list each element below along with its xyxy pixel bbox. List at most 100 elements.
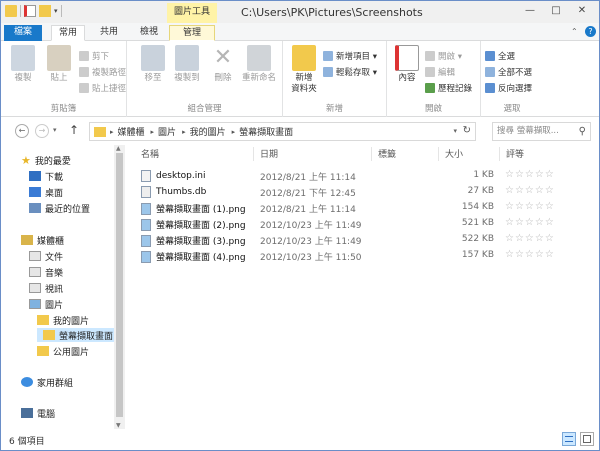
copy-path-button[interactable]: 複製路徑 (79, 65, 126, 78)
file-row[interactable]: Thumbs.db 2012/8/21 下午 12:45 27 KB ☆☆☆☆☆ (135, 184, 590, 200)
close-button[interactable]: ✕ (573, 4, 591, 18)
address-dropdown-icon[interactable]: ▾ (453, 127, 457, 135)
breadcrumb-my-pictures[interactable]: 我的圖片 (190, 125, 226, 138)
rating-stars[interactable]: ☆☆☆☆☆ (505, 233, 555, 244)
delete-icon: ✕ (213, 45, 233, 70)
column-tags[interactable]: 標籤 (378, 147, 396, 163)
customize-qat-icon[interactable]: ▾ (54, 7, 58, 15)
properties-icon[interactable] (24, 5, 36, 17)
tab-manage[interactable]: 管理 (169, 25, 215, 41)
column-divider[interactable] (438, 147, 439, 161)
column-divider[interactable] (499, 147, 500, 161)
copy-button[interactable]: 複製 (7, 45, 39, 84)
easy-access-button[interactable]: 輕鬆存取 ▾ (323, 65, 377, 78)
minimize-button[interactable]: — (521, 4, 539, 18)
cut-button[interactable]: 剪下 (79, 49, 109, 62)
breadcrumb-pictures[interactable]: 圖片 (158, 125, 176, 138)
paste-shortcut-button[interactable]: 貼上捷徑 (79, 81, 126, 94)
nav-music[interactable]: 音樂 (29, 265, 63, 279)
tab-home[interactable]: 常用 (51, 25, 85, 41)
nav-computer[interactable]: 電腦 (21, 406, 55, 420)
column-divider[interactable] (253, 147, 254, 161)
column-date[interactable]: 日期 (260, 147, 278, 163)
column-divider[interactable] (371, 147, 372, 161)
delete-button[interactable]: ✕ 刪除 (207, 45, 239, 84)
nav-downloads[interactable]: 下載 (29, 169, 63, 183)
large-icons-view-button[interactable] (580, 432, 594, 446)
nav-libraries[interactable]: 媒體櫃 (21, 233, 64, 247)
new-item-icon (323, 50, 333, 61)
tab-file[interactable]: 檔案 (4, 25, 42, 41)
rename-button[interactable]: 重新命名 (239, 45, 279, 84)
column-rating[interactable]: 評等 (506, 147, 524, 163)
tab-view[interactable]: 檢視 (133, 25, 165, 41)
breadcrumb-libraries[interactable]: 媒體櫃 (118, 125, 145, 138)
nav-pictures[interactable]: 圖片 (29, 297, 63, 311)
move-to-button[interactable]: 移至 (137, 45, 169, 84)
properties-label: 內容 (398, 73, 416, 83)
properties-icon (395, 45, 419, 71)
select-all-button[interactable]: 全選 (485, 49, 515, 62)
nav-recent[interactable]: 最近的位置 (29, 201, 90, 215)
copy-to-button[interactable]: 複製到 (171, 45, 203, 84)
search-input[interactable]: 搜尋 螢幕擷取... ⚲ (492, 122, 591, 141)
nav-public-pictures-label: 公用圖片 (53, 347, 90, 358)
nav-favorites[interactable]: ★ 我的最愛 (21, 153, 71, 167)
nav-public-pictures[interactable]: 公用圖片 (37, 344, 89, 358)
recent-locations-icon[interactable]: ▾ (53, 126, 57, 134)
rating-stars[interactable]: ☆☆☆☆☆ (505, 201, 555, 212)
open-button[interactable]: 開啟 ▾ (425, 49, 462, 62)
title-bar: ▾ 圖片工具 C:\Users\PK\Pictures\Screenshots … (1, 1, 599, 23)
maximize-button[interactable]: □ (547, 4, 565, 18)
rating-stars[interactable]: ☆☆☆☆☆ (505, 169, 555, 180)
properties-button[interactable]: 內容 (391, 45, 423, 84)
up-button[interactable]: ↑ (69, 123, 79, 137)
refresh-icon[interactable]: ↻ (463, 125, 471, 136)
help-icon[interactable]: ? (585, 26, 596, 37)
rating-stars[interactable]: ☆☆☆☆☆ (505, 217, 555, 228)
new-item-button[interactable]: 新增項目 ▾ (323, 49, 377, 62)
nav-screenshots[interactable]: 螢幕擷取畫面 (37, 328, 114, 342)
db-file-icon (141, 186, 151, 198)
scroll-up-icon[interactable]: ▲ (116, 145, 121, 152)
column-name[interactable]: 名稱 (141, 147, 159, 163)
scroll-down-icon[interactable]: ▼ (116, 422, 121, 429)
rating-stars[interactable]: ☆☆☆☆☆ (505, 185, 555, 196)
file-date: 2012/10/23 上午 11:50 (260, 253, 362, 263)
nav-homegroup[interactable]: 家用群組 (21, 375, 73, 389)
invert-selection-label: 反向選擇 (498, 83, 533, 94)
breadcrumb-screenshots[interactable]: 螢幕擷取畫面 (239, 125, 293, 138)
ribbon: 複製 貼上 剪下 複製路徑 貼上捷徑 剪貼簿 移至 複製到 ✕ 刪除 重新命名 … (1, 41, 599, 117)
collapse-ribbon-icon[interactable]: ⌃ (571, 27, 578, 36)
nav-documents[interactable]: 文件 (29, 249, 63, 263)
new-folder-icon[interactable] (39, 5, 51, 17)
navigation-bar: ← → ▾ ↑ ▸ 媒體櫃 ▸ 圖片 ▸ 我的圖片 ▸ 螢幕擷取畫面 ▾ ↻ 搜… (1, 118, 599, 144)
select-none-button[interactable]: 全部不選 (485, 65, 532, 78)
file-row[interactable]: 螢幕擷取畫面 (1).png 2012/8/21 上午 11:14 154 KB… (135, 200, 590, 216)
invert-selection-button[interactable]: 反向選擇 (485, 81, 532, 94)
folder-icon[interactable] (5, 5, 17, 17)
scrollbar-thumb[interactable] (116, 153, 123, 417)
nav-my-pictures[interactable]: 我的圖片 (37, 313, 89, 327)
file-row[interactable]: 螢幕擷取畫面 (4).png 2012/10/23 上午 11:50 157 K… (135, 248, 590, 264)
column-size[interactable]: 大小 (445, 147, 463, 163)
file-row[interactable]: desktop.ini 2012/8/21 上午 11:14 1 KB ☆☆☆☆… (135, 168, 590, 184)
edit-button[interactable]: 編輯 (425, 65, 455, 78)
history-button[interactable]: 歷程記錄 (425, 81, 472, 94)
new-folder-button[interactable]: 新增 資料夾 (287, 45, 321, 95)
rating-stars[interactable]: ☆☆☆☆☆ (505, 249, 555, 260)
back-button[interactable]: ← (15, 124, 29, 138)
details-view-button[interactable] (562, 432, 576, 446)
explorer-window: ▾ 圖片工具 C:\Users\PK\Pictures\Screenshots … (0, 0, 600, 451)
forward-button[interactable]: → (35, 124, 49, 138)
file-row[interactable]: 螢幕擷取畫面 (3).png 2012/10/23 上午 11:49 522 K… (135, 232, 590, 248)
nav-desktop[interactable]: 桌面 (29, 185, 63, 199)
tab-share[interactable]: 共用 (93, 25, 125, 41)
pictures-icon (29, 299, 41, 309)
nav-videos[interactable]: 視訊 (29, 281, 63, 295)
paste-button[interactable]: 貼上 (43, 45, 75, 84)
address-bar[interactable]: ▸ 媒體櫃 ▸ 圖片 ▸ 我的圖片 ▸ 螢幕擷取畫面 ▾ ↻ (89, 122, 476, 141)
file-row[interactable]: 螢幕擷取畫面 (2).png 2012/10/23 上午 11:49 521 K… (135, 216, 590, 232)
delete-label: 刪除 (214, 73, 232, 83)
edit-icon (425, 66, 435, 77)
